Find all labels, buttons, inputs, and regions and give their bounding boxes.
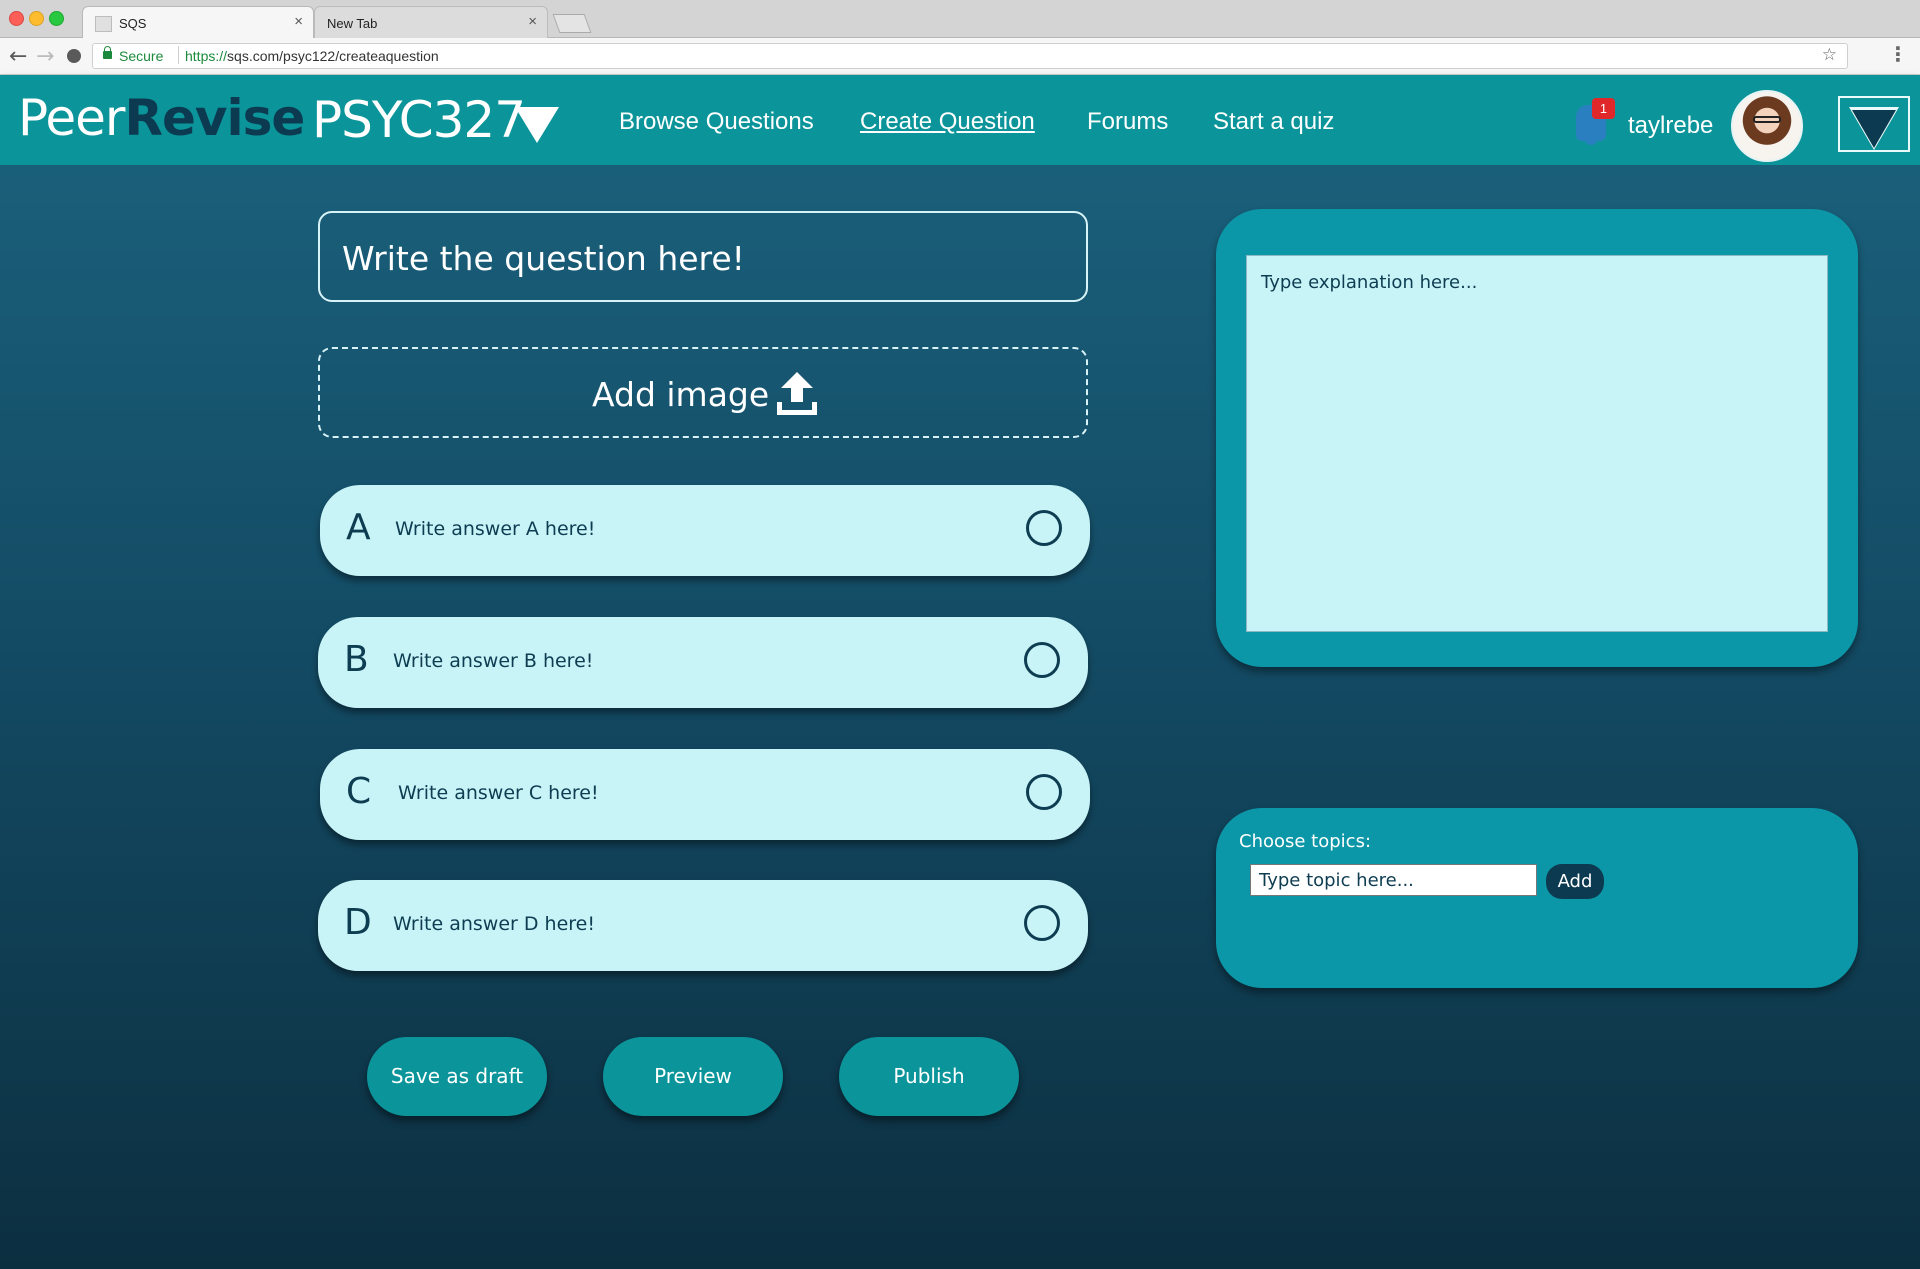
- correct-answer-radio[interactable]: [1024, 905, 1060, 941]
- forward-arrow-icon[interactable]: →: [36, 44, 54, 69]
- course-dropdown-caret-icon[interactable]: [515, 107, 559, 143]
- add-topic-button[interactable]: Add: [1546, 864, 1604, 899]
- answer-option-a[interactable]: A Write answer A here!: [320, 485, 1090, 576]
- answer-option-d[interactable]: D Write answer D here!: [318, 880, 1088, 971]
- create-question-page: Write the question here! Add image A Wri…: [0, 165, 1920, 1269]
- address-bar[interactable]: Secure https://sqs.com/psyc122/createaqu…: [92, 43, 1848, 69]
- save-draft-button[interactable]: Save as draft: [367, 1037, 547, 1116]
- tab-close-icon[interactable]: ×: [294, 13, 303, 30]
- browser-tab-bar: SQS × New Tab ×: [0, 0, 1920, 38]
- url-scheme: https://: [185, 48, 228, 64]
- back-arrow-icon[interactable]: ←: [9, 44, 27, 69]
- close-window-icon[interactable]: [9, 11, 24, 26]
- url-text[interactable]: https://sqs.com/psyc122/createaquestion: [185, 48, 439, 64]
- nav-forums[interactable]: Forums: [1087, 108, 1168, 136]
- answer-letter: D: [344, 902, 372, 943]
- logo-text-light: Peer: [18, 89, 125, 147]
- correct-answer-radio[interactable]: [1026, 774, 1062, 810]
- app-header: PeerRevise PSYC327 Browse Questions Crea…: [0, 75, 1920, 165]
- preview-button[interactable]: Preview: [603, 1037, 783, 1116]
- answer-letter: B: [344, 639, 369, 680]
- question-input[interactable]: Write the question here!: [318, 211, 1088, 302]
- answer-option-b[interactable]: B Write answer B here!: [318, 617, 1088, 708]
- browser-menu-icon[interactable]: ⋮: [1888, 42, 1908, 66]
- answer-option-c[interactable]: C Write answer C here!: [320, 749, 1090, 840]
- avatar[interactable]: [1731, 90, 1803, 162]
- topics-panel: Choose topics: Type topic here... Add: [1216, 808, 1858, 988]
- divider: [178, 46, 179, 64]
- explanation-textarea[interactable]: Type explanation here...: [1246, 255, 1828, 632]
- menu-toggle-button[interactable]: [1838, 96, 1910, 152]
- answer-text-input[interactable]: Write answer C here!: [398, 782, 599, 804]
- notification-badge: 1: [1592, 98, 1615, 119]
- secure-label: Secure: [119, 48, 164, 64]
- lock-icon: [103, 46, 112, 59]
- browser-toolbar: ← → Secure https://sqs.com/psyc122/creat…: [0, 38, 1920, 75]
- peerrevise-logo[interactable]: PeerRevise: [18, 89, 305, 147]
- nav-create-question[interactable]: Create Question: [860, 108, 1035, 136]
- nav-browse-questions[interactable]: Browse Questions: [619, 108, 814, 136]
- explanation-panel: Type explanation here...: [1216, 209, 1858, 667]
- add-image-button[interactable]: Add image: [318, 347, 1088, 438]
- add-image-label: Add image: [592, 375, 770, 414]
- tab-title: SQS: [119, 16, 147, 31]
- browser-tab-new-tab[interactable]: New Tab ×: [314, 6, 548, 38]
- maximize-window-icon[interactable]: [49, 11, 64, 26]
- tab-title: New Tab: [327, 16, 378, 31]
- new-tab-button[interactable]: [552, 14, 592, 33]
- browser-tab-sqs[interactable]: SQS ×: [82, 6, 314, 38]
- publish-button[interactable]: Publish: [839, 1037, 1019, 1116]
- answer-letter: C: [346, 771, 372, 812]
- topic-input[interactable]: Type topic here...: [1250, 864, 1537, 896]
- tab-close-icon[interactable]: ×: [528, 13, 537, 30]
- minimize-window-icon[interactable]: [29, 11, 44, 26]
- course-selector[interactable]: PSYC327: [312, 91, 526, 149]
- correct-answer-radio[interactable]: [1024, 642, 1060, 678]
- upload-icon: [777, 372, 817, 415]
- logo-text-bold: Revise: [124, 89, 305, 147]
- answer-text-input[interactable]: Write answer D here!: [393, 913, 595, 935]
- page-favicon-icon: [95, 16, 112, 32]
- username[interactable]: taylrebe: [1628, 112, 1713, 140]
- url-path: sqs.com/psyc122/createaquestion: [227, 48, 439, 64]
- reload-icon[interactable]: [67, 49, 81, 63]
- answer-text-input[interactable]: Write answer B here!: [393, 650, 593, 672]
- correct-answer-radio[interactable]: [1026, 510, 1062, 546]
- topics-label: Choose topics:: [1239, 831, 1372, 852]
- answer-letter: A: [346, 507, 371, 548]
- menu-triangle-icon: [1852, 110, 1896, 148]
- answer-text-input[interactable]: Write answer A here!: [395, 518, 595, 540]
- nav-start-quiz[interactable]: Start a quiz: [1213, 108, 1334, 136]
- bookmark-star-icon[interactable]: ☆: [1822, 45, 1837, 65]
